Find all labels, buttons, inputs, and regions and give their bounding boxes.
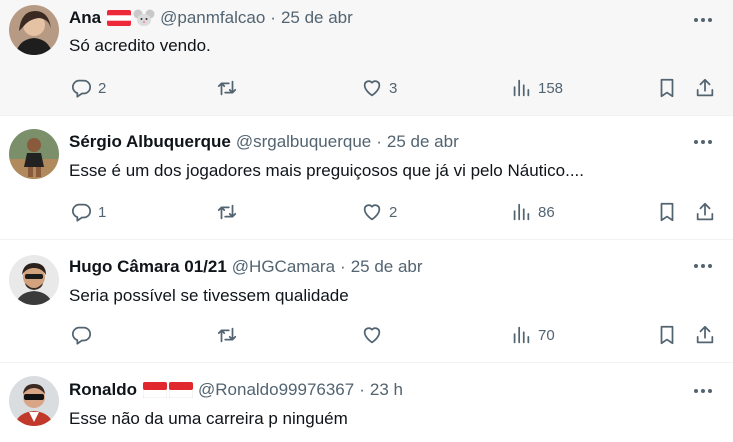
reply-count: 1 [98, 203, 107, 221]
view-count: 70 [538, 326, 555, 344]
bookmark-button[interactable] [656, 200, 678, 224]
author-handle[interactable]: @srgalbuquerque [236, 132, 371, 152]
author-handle[interactable]: @panmfalcao [160, 8, 265, 28]
heart-icon [363, 80, 381, 97]
red-white-flag [169, 382, 193, 398]
views-chart-icon [513, 326, 530, 344]
like-count: 3 [389, 79, 398, 97]
retweet-icon [217, 327, 237, 343]
author-name[interactable]: Hugo Câmara 01/21 [69, 257, 227, 277]
retweet-icon [217, 80, 237, 96]
austria-flag-emoji [107, 10, 132, 26]
share-icon [696, 78, 714, 97]
tweet-text: Esse é um dos jogadores mais preguiçosos… [69, 161, 584, 180]
views-chart-icon [513, 203, 530, 221]
timestamp[interactable]: 23 h [370, 380, 403, 400]
reply-count: 2 [98, 79, 107, 97]
tweet[interactable]: Ronaldo @Ronaldo99976367 · 23 h Esse não… [0, 363, 733, 442]
bookmark-icon [660, 325, 674, 345]
red-white-flag [143, 382, 167, 398]
avatar[interactable] [9, 129, 59, 179]
tweet[interactable]: Hugo Câmara 01/21 @HGCamara · 25 de abr … [0, 240, 733, 363]
bookmark-icon [660, 202, 674, 222]
mouse-face-emoji [133, 9, 155, 26]
like-count: 2 [389, 203, 398, 221]
reply-icon [71, 326, 92, 345]
retweet-icon [217, 204, 237, 220]
reply-button[interactable] [70, 323, 98, 347]
tweet-text: Esse não da uma carreira p ninguém [69, 409, 348, 428]
avatar[interactable] [9, 5, 59, 55]
heart-icon [363, 204, 381, 221]
more-options-icon[interactable] [693, 10, 713, 30]
author-name[interactable]: Ronaldo [69, 380, 137, 400]
reply-button[interactable]: 1 [70, 200, 106, 224]
like-button[interactable]: 3 [361, 76, 397, 100]
views-button[interactable]: 86 [510, 200, 555, 224]
share-icon [696, 325, 714, 344]
heart-icon [363, 327, 381, 344]
author-name[interactable]: Sérgio Albuquerque [69, 132, 231, 152]
share-button[interactable] [694, 323, 716, 347]
tweet-text: Seria possível se tivessem qualidade [69, 286, 349, 305]
more-options-icon[interactable] [693, 381, 713, 401]
action-bar: 70 [0, 323, 733, 347]
reply-icon [71, 203, 92, 222]
timestamp[interactable]: 25 de abr [387, 132, 459, 152]
views-chart-icon [513, 79, 530, 97]
tweet[interactable]: Sérgio Albuquerque @srgalbuquerque · 25 … [0, 116, 733, 240]
view-count: 158 [538, 79, 564, 97]
more-options-icon[interactable] [693, 132, 713, 152]
retweet-button[interactable] [216, 76, 244, 100]
more-options-icon[interactable] [693, 256, 713, 276]
separator: · [359, 380, 365, 399]
share-button[interactable] [694, 76, 716, 100]
views-button[interactable]: 158 [510, 76, 563, 100]
like-button[interactable] [361, 323, 389, 347]
view-count: 86 [538, 203, 555, 221]
share-button[interactable] [694, 200, 716, 224]
views-button[interactable]: 70 [510, 323, 555, 347]
author-handle[interactable]: @Ronaldo99976367 [198, 380, 354, 400]
author-name[interactable]: Ana [69, 8, 101, 28]
retweet-button[interactable] [216, 323, 244, 347]
like-button[interactable]: 2 [361, 200, 397, 224]
bookmark-button[interactable] [656, 76, 678, 100]
action-bar: 2 3 158 [0, 76, 733, 100]
tweet-text: Só acredito vendo. [69, 36, 211, 55]
retweet-button[interactable] [216, 200, 244, 224]
action-bar: 1 2 86 [0, 200, 733, 224]
name-emojis [107, 9, 155, 27]
timestamp[interactable]: 25 de abr [281, 8, 353, 28]
author-handle[interactable]: @HGCamara [232, 257, 335, 277]
separator: · [376, 132, 382, 151]
separator: · [270, 8, 276, 27]
timestamp[interactable]: 25 de abr [351, 257, 423, 277]
separator: · [340, 257, 346, 276]
tweet[interactable]: Ana @panmfalcao · 25 de abr Só acredito … [0, 0, 733, 116]
name-emojis [143, 382, 193, 398]
reply-icon [71, 79, 92, 98]
reply-button[interactable]: 2 [70, 76, 106, 100]
bookmark-icon [660, 78, 674, 98]
share-icon [696, 202, 714, 221]
bookmark-button[interactable] [656, 323, 678, 347]
avatar[interactable] [9, 255, 59, 305]
avatar[interactable] [9, 376, 59, 426]
